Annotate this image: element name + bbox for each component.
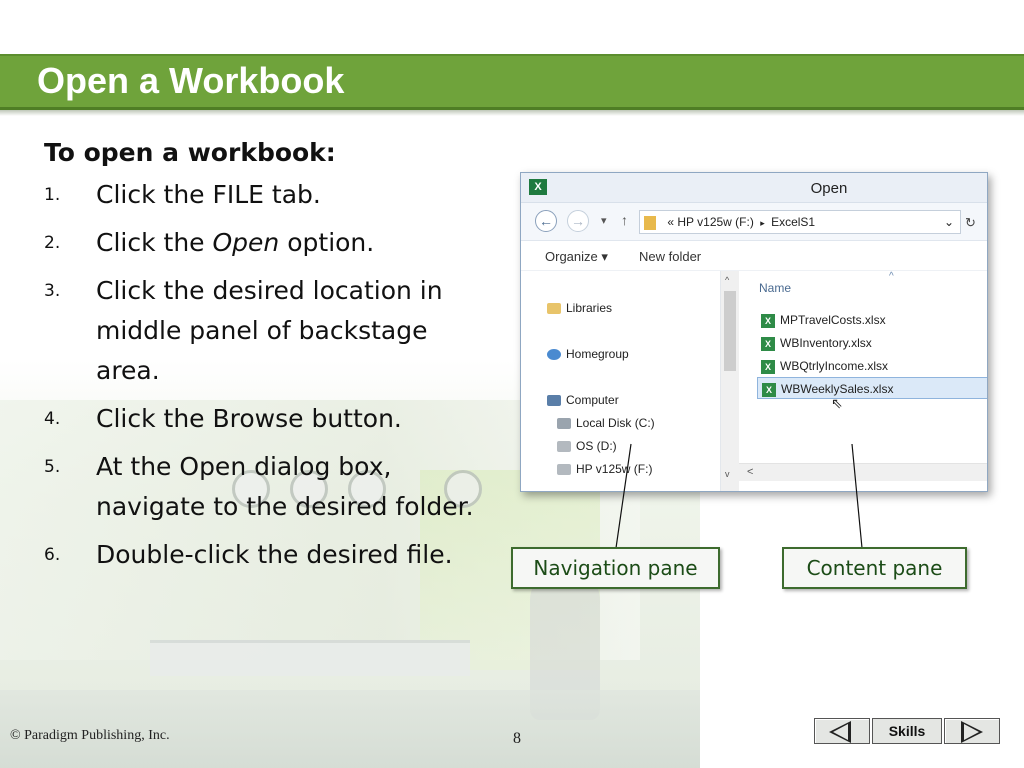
excel-file-icon: X <box>762 382 776 397</box>
step-text: Double-click the desired file. <box>96 540 453 569</box>
dialog-toolbar: Organize ▾ New folder <box>521 241 987 271</box>
file-item[interactable]: X WBQtrlyIncome.xlsx <box>757 355 987 377</box>
open-dialog: X Open ← → ▾ ↑ « HP v125w (F:) ▸ ExcelS1… <box>520 172 988 492</box>
excel-file-icon: X <box>761 336 775 351</box>
address-segment-folder[interactable]: ExcelS1 <box>771 215 815 229</box>
usb-drive-icon <box>557 464 571 476</box>
step-number: 3. <box>44 281 61 301</box>
address-separator: ▸ <box>760 218 765 228</box>
navigation-pane-scrollbar[interactable]: ^ v <box>721 271 739 491</box>
step-item: 2. Click the Open option. <box>44 223 494 263</box>
copyright-notice: © Paradigm Publishing, Inc. <box>10 728 170 743</box>
step-item: 6. Double-click the desired file. <box>44 535 494 575</box>
file-item[interactable]: X MPTravelCosts.xlsx <box>757 309 987 331</box>
file-name: WBInventory.xlsx <box>780 336 872 350</box>
address-segment-drive[interactable]: HP v125w (F:) <box>677 215 753 229</box>
nav-item-label: OS (D:) <box>576 439 617 453</box>
step-text: At the Open dialog box, navigate to the … <box>96 452 474 521</box>
drive-icon <box>557 418 571 430</box>
step-item: 5. At the Open dialog box, navigate to t… <box>44 447 494 527</box>
folder-icon <box>644 215 656 230</box>
address-bar[interactable]: « HP v125w (F:) ▸ ExcelS1 ⌄ <box>639 210 961 234</box>
file-item-selected[interactable]: X WBWeeklySales.xlsx <box>757 377 987 399</box>
excel-file-icon: X <box>761 359 775 374</box>
mouse-cursor-icon: ⇖ <box>831 395 843 411</box>
step-item: 3. Click the desired location in middle … <box>44 271 494 391</box>
up-arrow-icon[interactable]: ↑ <box>621 212 628 228</box>
dialog-titlebar: X Open <box>521 173 987 203</box>
address-dropdown-icon[interactable]: ⌄ <box>944 211 954 233</box>
refresh-icon[interactable]: ↻ <box>965 215 976 231</box>
step-number: 2. <box>44 233 61 253</box>
computer-icon <box>547 395 561 407</box>
nav-item-homegroup[interactable]: Homegroup <box>547 347 629 361</box>
step-text: Click the desired location in middle pan… <box>96 276 443 385</box>
forward-arrow-icon[interactable]: → <box>567 210 589 232</box>
address-prefix: « <box>667 215 675 229</box>
skills-button[interactable]: Skills <box>872 718 942 744</box>
scroll-up-icon[interactable]: ^ <box>725 275 729 285</box>
step-number: 5. <box>44 457 61 477</box>
content-pane-horizontal-scrollbar[interactable]: < <box>739 463 987 481</box>
content-pane-callout: Content pane <box>782 547 967 589</box>
recent-locations-chevron-icon[interactable]: ▾ <box>601 214 607 227</box>
nav-item-label: Homegroup <box>566 347 629 361</box>
nav-item-libraries[interactable]: Libraries <box>547 301 612 315</box>
nav-item-local-disk[interactable]: Local Disk (C:) <box>557 416 655 430</box>
drive-icon <box>557 441 571 453</box>
slide-title: Open a Workbook <box>37 60 345 101</box>
instructions-heading: To open a workbook: <box>44 138 336 167</box>
navigation-pane: Libraries Homegroup Computer Local Disk … <box>521 271 721 491</box>
step-number: 6. <box>44 545 61 565</box>
scroll-down-icon[interactable]: v <box>725 469 730 479</box>
nav-item-computer[interactable]: Computer <box>547 393 619 407</box>
sort-caret-icon: ^ <box>889 271 894 282</box>
dialog-panes: Libraries Homegroup Computer Local Disk … <box>521 271 987 491</box>
file-name: WBQtrlyIncome.xlsx <box>780 359 889 373</box>
next-slide-button[interactable] <box>944 718 1000 744</box>
step-text: Click the Browse button. <box>96 404 402 433</box>
nav-item-label: HP v125w (F:) <box>576 462 653 476</box>
new-folder-button[interactable]: New folder <box>639 249 701 264</box>
content-pane: ^ Name X MPTravelCosts.xlsx X WBInventory.… <box>739 271 987 491</box>
homegroup-icon <box>547 349 561 361</box>
nav-item-label: Local Disk (C:) <box>576 416 655 430</box>
step-text: Click the <box>96 228 213 257</box>
instructions: To open a workbook: 1. Click the FILE ta… <box>44 138 494 583</box>
dialog-title: Open <box>810 180 848 197</box>
scroll-left-icon[interactable]: < <box>747 466 753 478</box>
step-number: 4. <box>44 409 61 429</box>
nav-item-usb-drive[interactable]: HP v125w (F:) <box>557 462 652 476</box>
scrollbar-thumb[interactable] <box>724 291 736 371</box>
back-arrow-icon[interactable]: ← <box>535 210 557 232</box>
right-arrow-icon-fill <box>964 724 979 740</box>
title-bar-shadow <box>0 110 1024 116</box>
navigation-pane-callout: Navigation pane <box>511 547 720 589</box>
nav-item-label: Computer <box>566 393 619 407</box>
file-name: WBWeeklySales.xlsx <box>781 382 894 396</box>
nav-item-label: Libraries <box>566 301 613 315</box>
address-row: ← → ▾ ↑ « HP v125w (F:) ▸ ExcelS1 ⌄ ↻ <box>521 203 987 241</box>
left-arrow-icon-fill <box>833 724 848 740</box>
column-header-name[interactable]: Name <box>759 281 791 295</box>
step-item: 1. Click the FILE tab. <box>44 175 494 215</box>
file-name: MPTravelCosts.xlsx <box>780 313 886 327</box>
libraries-icon <box>547 303 561 315</box>
organize-button[interactable]: Organize ▾ <box>545 249 608 265</box>
steps-list: 1. Click the FILE tab. 2. Click the Open… <box>44 175 494 575</box>
step-emphasis: Open <box>212 228 280 257</box>
excel-file-icon: X <box>761 313 775 328</box>
step-text-after: option. <box>279 228 375 257</box>
file-item[interactable]: X WBInventory.xlsx <box>757 332 987 354</box>
page-number: 8 <box>513 730 521 747</box>
office-desk <box>150 640 470 676</box>
step-item: 4. Click the Browse button. <box>44 399 494 439</box>
step-number: 1. <box>44 185 61 205</box>
previous-slide-button[interactable] <box>814 718 870 744</box>
nav-item-os-drive[interactable]: OS (D:) <box>557 439 617 453</box>
skills-navigation: Skills <box>814 718 1002 746</box>
step-text: Click the FILE tab. <box>96 180 321 209</box>
